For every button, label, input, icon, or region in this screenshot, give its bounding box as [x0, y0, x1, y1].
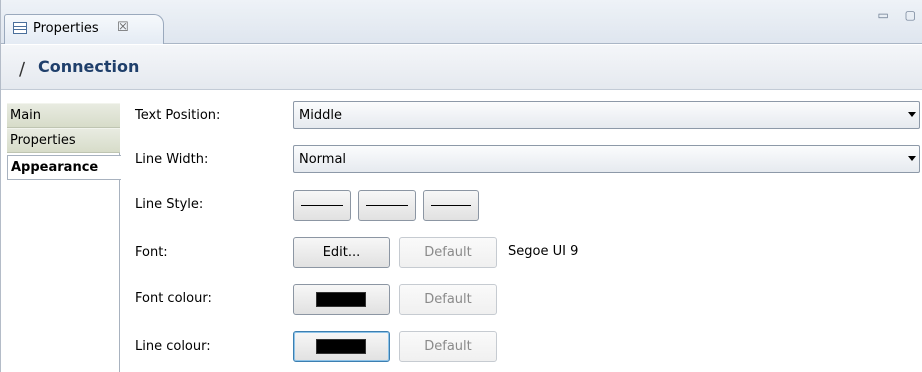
page-title: Connection — [38, 57, 140, 76]
font-edit-button[interactable]: Edit... — [293, 237, 390, 268]
line-width-select[interactable]: Normal — [293, 145, 920, 173]
view-tab-bar: Properties ☒ ▭ ▢ — [1, 0, 922, 44]
tab-main-label: Main — [10, 108, 42, 123]
line-style-label: Line Style: — [135, 197, 204, 212]
font-default-button[interactable]: Default — [399, 237, 497, 268]
tab-appearance-label: Appearance — [11, 160, 99, 175]
tab-properties-section-label: Properties — [10, 133, 76, 148]
current-font-name: Segoe UI 9 — [508, 244, 579, 259]
close-icon[interactable]: ☒ — [117, 20, 129, 35]
minimize-maximize-icon[interactable]: ▭ ▢ — [878, 8, 922, 22]
line-style-icon — [366, 205, 408, 206]
properties-view-icon — [13, 22, 27, 34]
font-label: Font: — [135, 245, 168, 260]
line-style-icon — [431, 205, 471, 206]
line-colour-default-button[interactable]: Default — [399, 331, 497, 362]
line-width-label: Line Width: — [135, 152, 209, 167]
font-colour-label: Font colour: — [135, 291, 212, 306]
chevron-down-icon — [908, 156, 916, 161]
tab-properties-section[interactable]: Properties — [7, 128, 120, 153]
tab-main[interactable]: Main — [7, 103, 120, 128]
chevron-down-icon — [908, 112, 916, 117]
tab-properties[interactable]: Properties ☒ — [4, 14, 164, 44]
solid-line-icon — [301, 205, 343, 206]
line-style-dotted-button[interactable] — [423, 190, 479, 221]
line-style-solid-button[interactable] — [293, 190, 351, 221]
tab-appearance[interactable]: Appearance — [7, 155, 121, 180]
text-position-label: Text Position: — [135, 108, 221, 123]
tab-properties-label: Properties — [33, 21, 99, 36]
font-colour-default-button[interactable]: Default — [399, 284, 497, 315]
font-colour-swatch — [316, 292, 366, 307]
properties-title-bar: ∕ Connection — [1, 45, 922, 90]
line-colour-swatch — [316, 339, 366, 354]
text-position-value: Middle — [299, 108, 342, 123]
line-colour-label: Line colour: — [135, 339, 211, 354]
line-style-dashed-button[interactable] — [358, 190, 416, 221]
text-position-select[interactable]: Middle — [293, 101, 920, 129]
font-colour-button[interactable] — [293, 284, 390, 315]
line-width-value: Normal — [299, 152, 347, 167]
section-tabs: Main Properties Appearance — [7, 103, 121, 372]
line-colour-button[interactable] — [293, 331, 390, 362]
connection-line-icon: ∕ — [19, 59, 26, 80]
